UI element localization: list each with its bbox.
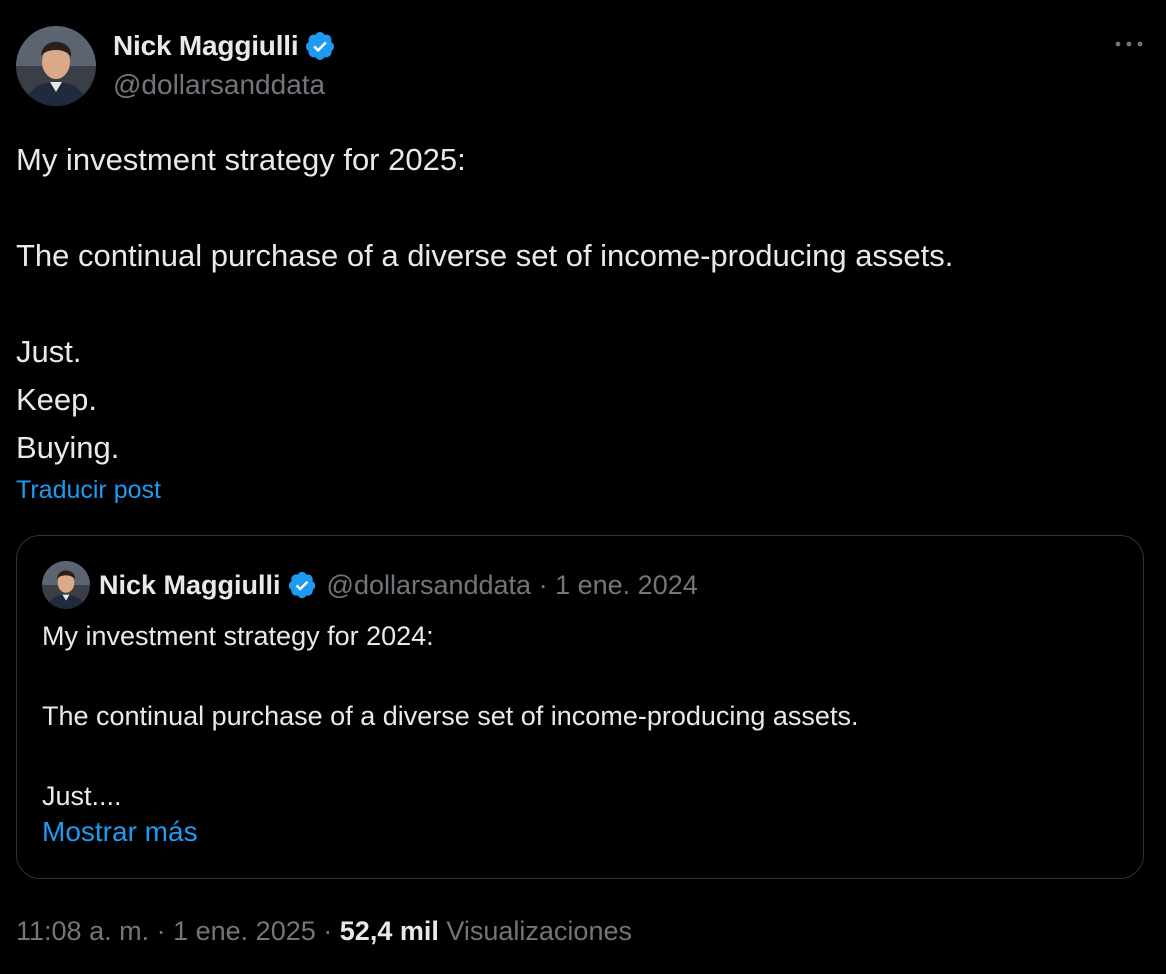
views-count: 52,4 mil — [339, 916, 439, 946]
tweet: Nick Maggiulli @dollarsanddata My invest… — [0, 0, 1166, 974]
post-line — [16, 280, 1136, 328]
tweet-header: Nick Maggiulli @dollarsanddata — [16, 26, 336, 106]
author-names: Nick Maggiulli @dollarsanddata — [113, 26, 336, 102]
post-line: My investment strategy for 2025: — [16, 142, 466, 177]
author-name-row: Nick Maggiulli — [113, 26, 336, 66]
footer-separator: · — [156, 916, 166, 946]
verified-badge-icon[interactable] — [304, 30, 336, 62]
quoted-author-avatar — [42, 561, 90, 609]
quoted-line: Just.... — [42, 781, 122, 811]
more-horizontal-icon[interactable] — [1114, 34, 1144, 54]
post-footer: 11:08 a. m. · 1 ene. 2025 · 52,4 mil Vis… — [16, 916, 632, 947]
verified-badge-icon — [288, 571, 315, 599]
post-date[interactable]: 1 ene. 2025 — [173, 916, 316, 946]
post-line: Buying. — [16, 430, 120, 465]
person-avatar-icon — [16, 26, 96, 106]
quoted-post-body: My investment strategy for 2024: The con… — [42, 616, 1122, 816]
post-time[interactable]: 11:08 a. m. — [16, 916, 149, 946]
show-more-link[interactable]: Mostrar más — [42, 816, 198, 848]
post-body: My investment strategy for 2025: The con… — [16, 136, 1136, 472]
author-handle[interactable]: @dollarsanddata — [113, 68, 336, 102]
quoted-post-header: Nick Maggiulli @dollarsanddata · 1 ene. … — [42, 560, 698, 610]
quoted-date: 1 ene. 2024 — [555, 569, 698, 600]
quoted-post-card[interactable]: Nick Maggiulli @dollarsanddata · 1 ene. … — [16, 535, 1144, 879]
quoted-line — [42, 736, 1122, 776]
post-line: The continual purchase of a diverse set … — [16, 238, 954, 273]
quoted-author-handle: @dollarsanddata — [326, 569, 532, 600]
post-line: Just. — [16, 334, 82, 369]
post-line: Keep. — [16, 382, 98, 417]
post-line — [16, 184, 1136, 232]
translate-post-link[interactable]: Traducir post — [16, 476, 161, 505]
quoted-meta: @dollarsanddata · 1 ene. 2024 — [327, 570, 698, 601]
footer-separator: · — [323, 916, 333, 946]
views-label: Visualizaciones — [446, 916, 632, 946]
quoted-line: The continual purchase of a diverse set … — [42, 701, 859, 731]
quoted-line — [42, 656, 1122, 696]
quoted-separator: · — [538, 569, 548, 600]
author-avatar[interactable] — [16, 26, 96, 106]
author-display-name[interactable]: Nick Maggiulli — [113, 30, 299, 62]
quoted-author-display-name: Nick Maggiulli — [99, 569, 281, 600]
person-avatar-icon — [42, 561, 90, 609]
quoted-line: My investment strategy for 2024: — [42, 621, 434, 651]
